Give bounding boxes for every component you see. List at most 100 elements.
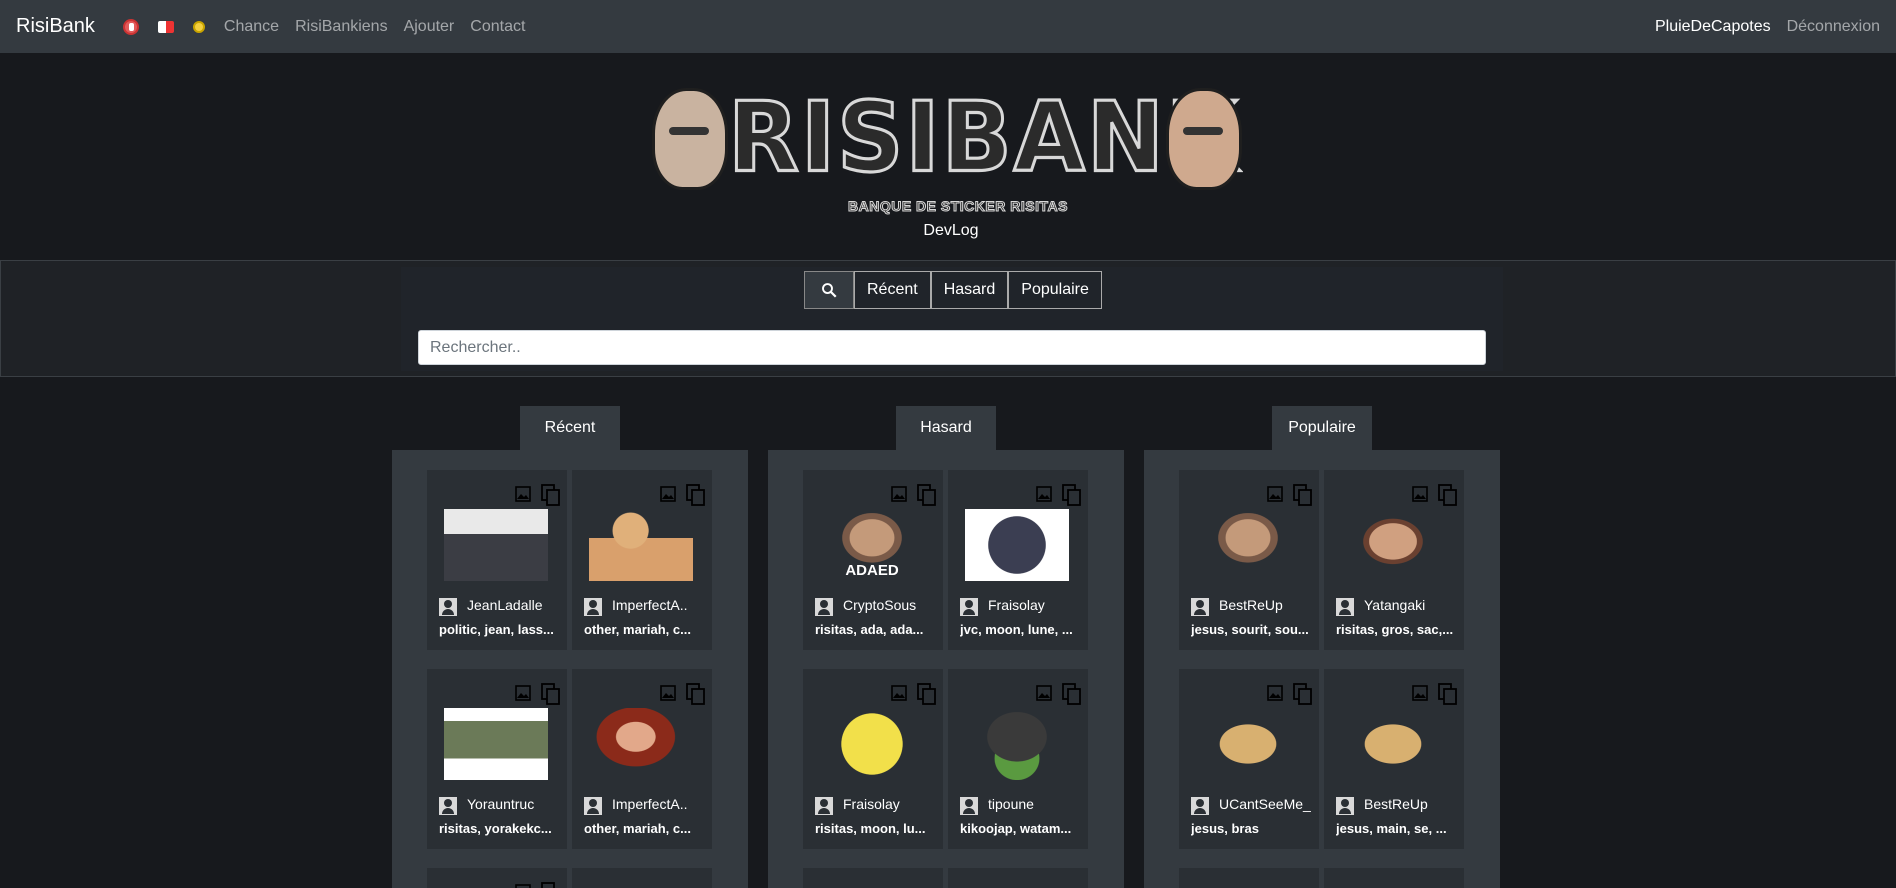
sticker-card[interactable]: JeanLadalle politic, jean, lass... <box>427 470 567 650</box>
sticker-image[interactable] <box>1196 509 1300 581</box>
sticker-author[interactable]: Yorauntruc <box>467 796 563 812</box>
sticker-author[interactable]: CryptoSous <box>843 597 939 613</box>
sticker-card[interactable] <box>1324 868 1464 888</box>
sticker-author[interactable]: ImperfectA.. <box>612 597 708 613</box>
sticker-card[interactable]: ImperfectA.. other, mariah, c... <box>572 669 712 849</box>
sticker-card[interactable] <box>572 868 712 888</box>
sticker-author[interactable]: Fraisolay <box>988 597 1084 613</box>
sticker-author[interactable]: BestReUp <box>1364 796 1460 812</box>
sticker-author[interactable]: UCantSeeMe_ <box>1219 796 1315 812</box>
tab-recent[interactable]: Récent <box>854 271 931 309</box>
sticker-card[interactable]: tipoune kikoojap, watam... <box>948 669 1088 849</box>
column-recent: JeanLadalle politic, jean, lass... Imper… <box>392 450 748 888</box>
image-icon[interactable] <box>1412 685 1428 701</box>
copy-icon[interactable] <box>1062 484 1082 506</box>
logo-subtitle: BANQUE DE STICKER RISITAS <box>848 198 1068 215</box>
sticker-author[interactable]: tipoune <box>988 796 1084 812</box>
user-avatar-icon <box>1191 598 1209 616</box>
user-link[interactable]: PluieDeCapotes <box>1655 18 1771 36</box>
sticker-image[interactable] <box>444 708 548 780</box>
sticker-image[interactable] <box>1341 509 1445 581</box>
copy-icon[interactable] <box>1438 484 1458 506</box>
user-avatar-icon <box>960 598 978 616</box>
image-icon[interactable] <box>891 685 907 701</box>
sticker-card[interactable] <box>803 868 943 888</box>
copy-icon[interactable] <box>1293 484 1313 506</box>
nav-link-risibankiens[interactable]: RisiBankiens <box>295 18 387 36</box>
sticker-card[interactable]: UCantSeeMe_ jesus, bras <box>1179 669 1319 849</box>
logo-text: RISIBANK <box>727 80 1240 195</box>
sticker-card[interactable] <box>427 868 567 888</box>
image-icon[interactable] <box>1036 486 1052 502</box>
column-hasard: ADAED CryptoSous risitas, ada, ada... Fr… <box>768 450 1124 888</box>
sticker-author[interactable]: ImperfectA.. <box>612 796 708 812</box>
copy-icon[interactable] <box>541 484 561 506</box>
copy-icon[interactable] <box>1062 683 1082 705</box>
copy-icon[interactable] <box>917 683 937 705</box>
image-icon[interactable] <box>1412 486 1428 502</box>
sticker-image[interactable] <box>1341 708 1445 780</box>
sticker-card[interactable] <box>948 868 1088 888</box>
image-icon[interactable] <box>1036 685 1052 701</box>
hand-icon[interactable] <box>122 18 139 35</box>
sticker-card[interactable]: ImperfectA.. other, mariah, c... <box>572 470 712 650</box>
sticker-image[interactable] <box>1196 708 1300 780</box>
sticker-image[interactable] <box>589 509 693 581</box>
sticker-card[interactable]: Yorauntruc risitas, yorakekc... <box>427 669 567 849</box>
sticker-author[interactable]: Yatangaki <box>1364 597 1460 613</box>
column-tab-populaire[interactable]: Populaire <box>1272 406 1372 450</box>
nav-link-chance[interactable]: Chance <box>224 18 279 36</box>
sticker-image[interactable]: ADAED <box>820 509 924 581</box>
sticker-author[interactable]: Fraisolay <box>843 796 939 812</box>
image-icon[interactable] <box>891 486 907 502</box>
sticker-image[interactable] <box>965 708 1069 780</box>
tab-hasard[interactable]: Hasard <box>930 271 1009 309</box>
search-input[interactable] <box>418 330 1486 365</box>
search-tabs: Récent Hasard Populaire <box>804 271 1102 309</box>
sticker-tags: jesus, sourit, sou... <box>1191 622 1309 637</box>
tab-populaire[interactable]: Populaire <box>1008 271 1102 309</box>
copy-icon[interactable] <box>686 683 706 705</box>
sticker-card[interactable]: Fraisolay risitas, moon, lu... <box>803 669 943 849</box>
brand-link[interactable]: RisiBank <box>16 15 95 38</box>
sticker-author[interactable]: JeanLadalle <box>467 597 563 613</box>
sticker-image[interactable] <box>965 509 1069 581</box>
domino-icon[interactable] <box>157 20 174 33</box>
column-tab-recent[interactable]: Récent <box>520 406 620 450</box>
sticker-card[interactable]: BestReUp jesus, sourit, sou... <box>1179 470 1319 650</box>
sticker-image[interactable] <box>444 509 548 581</box>
image-icon[interactable] <box>515 685 531 701</box>
sticker-image[interactable] <box>589 708 693 780</box>
column-tab-hasard[interactable]: Hasard <box>896 406 996 450</box>
sticker-card[interactable]: Fraisolay jvc, moon, lune, ... <box>948 470 1088 650</box>
sticker-image[interactable] <box>820 708 924 780</box>
image-icon[interactable] <box>660 486 676 502</box>
logout-link[interactable]: Déconnexion <box>1787 18 1880 36</box>
image-icon[interactable] <box>660 685 676 701</box>
sticker-tags: risitas, yorakekc... <box>439 821 552 836</box>
copy-icon[interactable] <box>917 484 937 506</box>
sticker-card[interactable] <box>1179 868 1319 888</box>
copy-icon[interactable] <box>541 882 561 888</box>
copy-icon[interactable] <box>1293 683 1313 705</box>
devlog-link[interactable]: DevLog <box>0 222 1896 240</box>
copy-icon[interactable] <box>1438 683 1458 705</box>
copy-icon[interactable] <box>541 683 561 705</box>
image-icon[interactable] <box>1267 685 1283 701</box>
image-icon[interactable] <box>1267 486 1283 502</box>
image-icon[interactable] <box>515 884 531 888</box>
copy-icon[interactable] <box>686 484 706 506</box>
user-avatar-icon <box>1336 598 1354 616</box>
search-button[interactable] <box>804 271 854 309</box>
navbar: RisiBank Chance RisiBankiens Ajouter Con… <box>0 0 1896 53</box>
sticker-card[interactable]: BestReUp jesus, main, se, ... <box>1324 669 1464 849</box>
sticker-card[interactable]: Yatangaki risitas, gros, sac,... <box>1324 470 1464 650</box>
sticker-card[interactable]: ADAED CryptoSous risitas, ada, ada... <box>803 470 943 650</box>
sticker-tags: risitas, ada, ada... <box>815 622 924 637</box>
image-icon[interactable] <box>515 486 531 502</box>
sticker-author[interactable]: BestReUp <box>1219 597 1315 613</box>
sticker-tags: risitas, moon, lu... <box>815 821 926 836</box>
yellow-dot-icon[interactable] <box>192 20 205 33</box>
nav-link-ajouter[interactable]: Ajouter <box>404 18 455 36</box>
nav-link-contact[interactable]: Contact <box>470 18 525 36</box>
